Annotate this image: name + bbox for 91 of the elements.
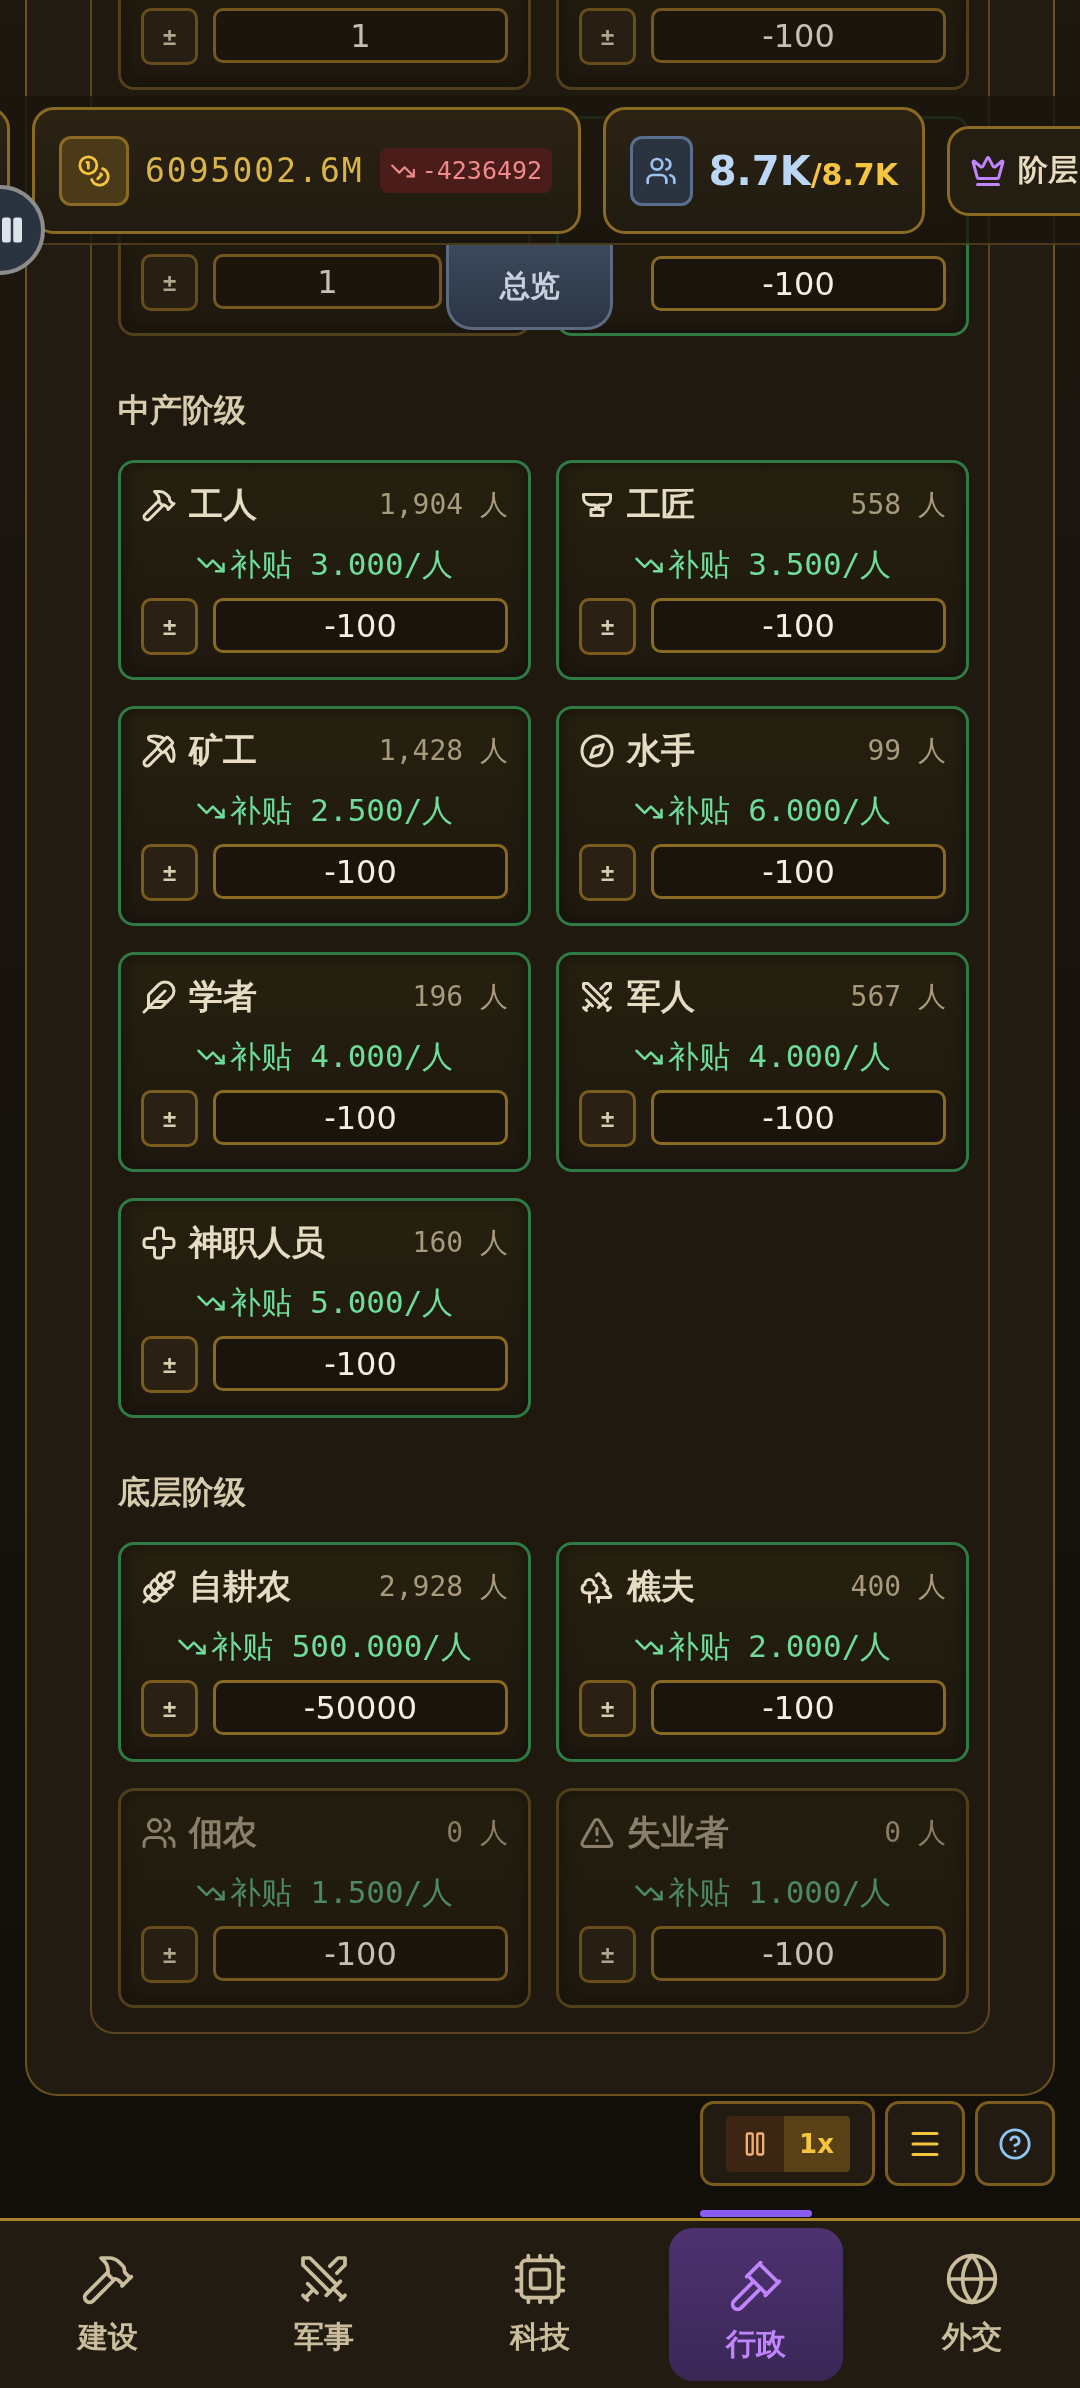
adjust-button[interactable]: ± (579, 8, 636, 65)
adjust-button[interactable]: ± (141, 598, 198, 655)
population-count: 0 人 (884, 1815, 946, 1851)
population-current: 8.7K (708, 147, 811, 194)
adjust-button[interactable]: ± (141, 844, 198, 901)
subsidy-text: 补贴 1.000/人 (667, 1873, 892, 1912)
section-title: 中产阶级 (118, 390, 247, 431)
amount-field[interactable]: -50000 (213, 1680, 508, 1735)
pickaxe-icon (141, 733, 177, 769)
population-count: 2,928 人 (378, 1569, 508, 1605)
class-name: 军人 (627, 975, 695, 1018)
amount-field[interactable]: -100 (651, 844, 946, 899)
adjust-button[interactable]: ± (141, 1680, 198, 1737)
amount-field[interactable]: 1 (213, 254, 442, 309)
help-button[interactable] (975, 2101, 1055, 2186)
cross-icon (141, 1225, 177, 1261)
amount-field[interactable]: -100 (651, 256, 946, 311)
population-count: 400 人 (850, 1569, 946, 1605)
population-count: 196 人 (412, 979, 508, 1015)
speed-button[interactable]: 1x (783, 2115, 850, 2172)
subsidy-text: 补贴 4.000/人 (667, 1037, 892, 1076)
class-name: 学者 (189, 975, 257, 1018)
amount-field[interactable]: -100 (651, 598, 946, 653)
nav-tab[interactable]: 科技 (453, 2228, 627, 2381)
section-title: 底层阶级 (118, 1472, 247, 1513)
amount-field[interactable]: -100 (651, 8, 946, 63)
amount-field[interactable]: -100 (213, 1336, 508, 1391)
treasury-value: 6095002.6M (145, 151, 364, 190)
adjust-button[interactable]: ± (579, 598, 636, 655)
swords-icon (579, 979, 615, 1015)
population-count: 99 人 (867, 733, 946, 769)
adjust-button[interactable]: ± (141, 1926, 198, 1983)
population-count: 558 人 (850, 487, 946, 523)
nav-tab[interactable]: 建设 (21, 2228, 195, 2381)
amount-field[interactable]: -100 (213, 1090, 508, 1145)
amount-field[interactable]: 1 (213, 8, 508, 63)
adjust-button[interactable]: ± (579, 1680, 636, 1737)
class-name: 自耕农 (189, 1565, 291, 1608)
subsidy-text: 补贴 5.000/人 (229, 1283, 454, 1322)
people-icon (141, 1815, 177, 1851)
warning-icon (579, 1815, 615, 1851)
population-count: 160 人 (412, 1225, 508, 1261)
subsidy-text: 补贴 2.000/人 (667, 1627, 892, 1666)
subsidy-text: 补贴 3.000/人 (229, 545, 454, 584)
class-name: 水手 (627, 729, 695, 772)
trees-icon (579, 1569, 615, 1605)
subsidy-text: 补贴 3.500/人 (667, 545, 892, 584)
treasury-change: -4236492 (379, 148, 553, 193)
adjust-button[interactable]: ± (141, 254, 198, 311)
class-button[interactable]: 阶层 (947, 125, 1080, 216)
class-name: 矿工 (189, 729, 257, 772)
amount-field[interactable]: -100 (651, 1680, 946, 1735)
subsidy-text: 补贴 4.000/人 (229, 1037, 454, 1076)
population-count: 0 人 (446, 1815, 508, 1851)
adjust-button[interactable]: ± (141, 8, 198, 65)
adjust-button[interactable]: ± (141, 1336, 198, 1393)
adjust-button[interactable]: ± (579, 1926, 636, 1983)
subsidy-text: 补贴 6.000/人 (667, 791, 892, 830)
coins-icon (59, 135, 129, 206)
subsidy-text: 补贴 1.500/人 (229, 1873, 454, 1912)
class-name: 工人 (189, 483, 257, 526)
menu-button[interactable] (885, 2101, 965, 2186)
amount-field[interactable]: -100 (651, 1926, 946, 1981)
adjust-button[interactable]: ± (579, 1090, 636, 1147)
class-name: 失业者 (627, 1811, 729, 1854)
amount-field[interactable]: -100 (213, 598, 508, 653)
adjust-button[interactable]: ± (141, 1090, 198, 1147)
subsidy-text: 补贴 2.500/人 (229, 791, 454, 830)
amount-field[interactable]: -100 (213, 1926, 508, 1981)
population-count: 567 人 (850, 979, 946, 1015)
people-icon (630, 135, 693, 206)
subsidy-text: 补贴 500.000/人 (211, 1627, 472, 1666)
nav-tab[interactable]: 外交 (885, 2228, 1059, 2381)
class-name: 樵夫 (627, 1565, 695, 1608)
feather-icon (141, 979, 177, 1015)
wheat-icon (141, 1569, 177, 1605)
amount-field[interactable]: -100 (213, 844, 508, 899)
population-count: 1,904 人 (378, 487, 508, 523)
compass-icon (579, 733, 615, 769)
help-icon (998, 2126, 1032, 2161)
population-count: 1,428 人 (378, 733, 508, 769)
class-name: 工匠 (627, 483, 695, 526)
pause-button[interactable] (725, 2115, 784, 2172)
nav-tab[interactable]: 军事 (237, 2228, 411, 2381)
overview-tab[interactable]: 总览 (446, 245, 613, 330)
class-name: 佃农 (189, 1811, 257, 1854)
class-name: 神职人员 (189, 1221, 325, 1264)
amount-field[interactable]: -100 (651, 1090, 946, 1145)
population-capacity: /8.7K (810, 156, 898, 192)
hammer-icon (141, 487, 177, 523)
adjust-button[interactable]: ± (579, 844, 636, 901)
